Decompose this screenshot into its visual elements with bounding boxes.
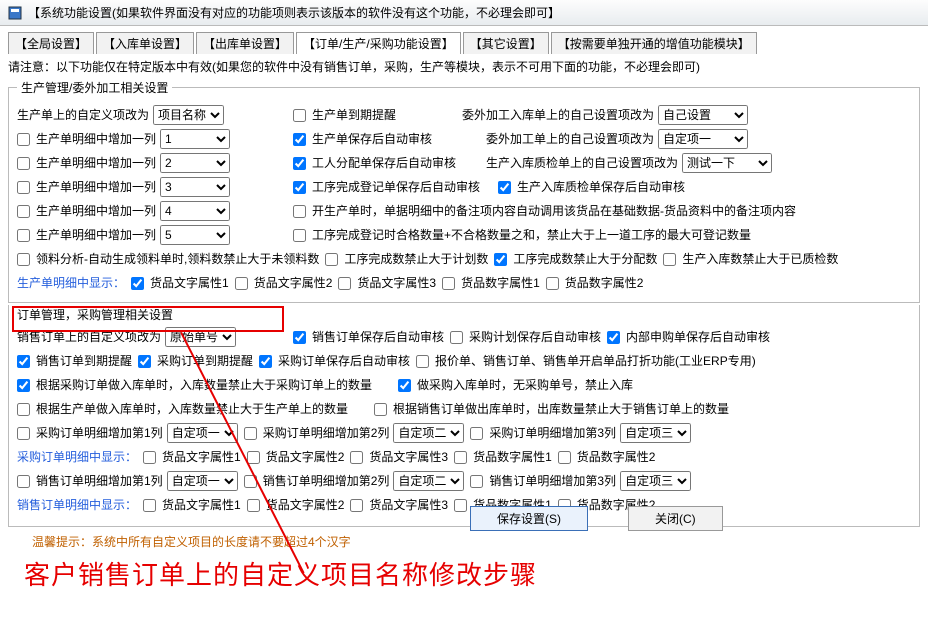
save-button[interactable]: 保存设置(S) [470,506,588,531]
cb-purch-in-limit[interactable] [17,379,30,392]
window-title: 【系统功能设置(如果软件界面没有对应的功能项则表示该版本的软件没有这个功能，不必… [28,4,560,21]
cb-in-vs-qc[interactable] [663,253,676,266]
cb-addcol-4[interactable] [17,205,30,218]
cb-sale-due[interactable] [17,355,30,368]
annotation-text: 客户销售订单上的自定义项目名称修改步骤 [24,555,537,592]
cb-qc-save-audit[interactable] [498,181,511,194]
cb-purch-col3[interactable] [470,427,483,440]
cb-item-discount[interactable] [416,355,429,368]
outsrc-select2[interactable]: 自定项一 [658,129,748,149]
cb-p-nattr2[interactable] [546,277,559,290]
cb-purch-save-audit[interactable] [259,355,272,368]
cb-sale-save-audit[interactable] [293,331,306,344]
cb-prod-in-limit[interactable] [17,403,30,416]
sale-show-label: 销售订单明细中显示： [17,494,137,516]
cb-sale-col3[interactable] [470,475,483,488]
cb-purch-col2[interactable] [244,427,257,440]
cb-p-nattr1[interactable] [442,277,455,290]
cb-pu-nattr1[interactable] [454,451,467,464]
sel-sale-col2[interactable]: 自定项二 [393,471,464,491]
group-production-legend: 生产管理/委外加工相关设置 [17,79,172,96]
group-order-purchase: 订单管理，采购管理相关设置 销售订单上的自定义项改为 原始单号 销售订单保存后自… [8,305,920,527]
sale-custom-label: 销售订单上的自定义项改为 [17,326,161,348]
tab-addon[interactable]: 【按需要单独开通的增值功能模块】 [551,32,757,54]
cb-addcol-5[interactable] [17,229,30,242]
sel-addcol-4[interactable]: 4 [160,201,230,221]
cb-purch-col1[interactable] [17,427,30,440]
cb-addcol-1[interactable] [17,133,30,146]
cb-addcol-2[interactable] [17,157,30,170]
cb-pu-attr2[interactable] [247,451,260,464]
cb-sale-col1[interactable] [17,475,30,488]
cb-p-attr3[interactable] [338,277,351,290]
tab-order-prod-purchase[interactable]: 【订单/生产/采购功能设置】 [296,32,461,54]
cb-sa-attr1[interactable] [143,499,156,512]
cb-addcol-3[interactable] [17,181,30,194]
sel-sale-col3[interactable]: 自定项三 [620,471,691,491]
cb-internal-req-audit[interactable] [607,331,620,344]
outsrc-in-label: 委外加工入库单上的自己设置项改为 [462,104,654,126]
cb-pu-attr1[interactable] [143,451,156,464]
cb-sale-out-limit[interactable] [374,403,387,416]
sel-addcol-5[interactable]: 5 [160,225,230,245]
sel-purch-col3[interactable]: 自定项三 [620,423,691,443]
sel-addcol-2[interactable]: 2 [160,153,230,173]
tab-other[interactable]: 【其它设置】 [463,32,549,54]
cb-sale-col2[interactable] [244,475,257,488]
sel-purch-col2[interactable]: 自定项二 [393,423,464,443]
prod-custom-label: 生产单上的自定义项改为 [17,104,149,126]
cb-open-prod-remark[interactable] [293,205,306,218]
outsrc-label2: 委外加工单上的自己设置项改为 [486,128,654,150]
tab-strip: 【全局设置】 【入库单设置】 【出库单设置】 【订单/生产/采购功能设置】 【其… [8,32,920,54]
qc-in-select[interactable]: 测试一下 [682,153,772,173]
tab-global[interactable]: 【全局设置】 [8,32,94,54]
cb-sa-attr2[interactable] [247,499,260,512]
close-button[interactable]: 关闭(C) [628,506,723,531]
cb-proc-vs-assign[interactable] [494,253,507,266]
tab-outstock[interactable]: 【出库单设置】 [196,32,294,54]
prod-show-label: 生产单明细中显示： [17,272,125,294]
sale-custom-select[interactable]: 原始单号 [165,327,236,347]
cb-proc-vs-plan[interactable] [325,253,338,266]
warm-tip: 温馨提示：系统中所有自定义项目的长度请不要超过4个汉字 [32,533,351,550]
qc-in-label: 生产入库质检单上的自己设置项改为 [486,152,678,174]
cb-proc-sum-limit[interactable] [293,229,306,242]
cb-p-attr2[interactable] [235,277,248,290]
cb-prod-due-remind[interactable] [293,109,306,122]
cb-p-attr1[interactable] [131,277,144,290]
purch-show-label: 采购订单明细中显示： [17,446,137,468]
notice-text: 请注意：以下功能仅在特定版本中有效(如果您的软件中没有销售订单，采购，生产等模块… [0,54,928,77]
title-bar: 【系统功能设置(如果软件界面没有对应的功能项则表示该版本的软件没有这个功能，不必… [0,0,928,26]
prod-custom-select[interactable]: 项目名称 [153,105,224,125]
cb-proc-done-audit[interactable] [293,181,306,194]
app-icon [8,6,22,20]
cb-prod-save-audit[interactable] [293,133,306,146]
cb-pick-limit[interactable] [17,253,30,266]
cb-worker-audit[interactable] [293,157,306,170]
group-order-legend: 订单管理，采购管理相关设置 [13,306,177,323]
tab-instock[interactable]: 【入库单设置】 [96,32,194,54]
cb-purchplan-audit[interactable] [450,331,463,344]
cb-purch-due[interactable] [138,355,151,368]
group-production: 生产管理/委外加工相关设置 生产单上的自定义项改为 项目名称 生产单到期提醒 委… [8,79,920,303]
sel-purch-col1[interactable]: 自定项一 [167,423,238,443]
sel-addcol-3[interactable]: 3 [160,177,230,197]
cb-no-purchno-forbid[interactable] [398,379,411,392]
sel-addcol-1[interactable]: 1 [160,129,230,149]
cb-pu-nattr2[interactable] [558,451,571,464]
outsrc-in-select[interactable]: 自己设置 [658,105,748,125]
cb-pu-attr3[interactable] [350,451,363,464]
cb-sa-nattr1[interactable] [454,499,467,512]
sel-sale-col1[interactable]: 自定项一 [167,471,238,491]
cb-sa-attr3[interactable] [350,499,363,512]
